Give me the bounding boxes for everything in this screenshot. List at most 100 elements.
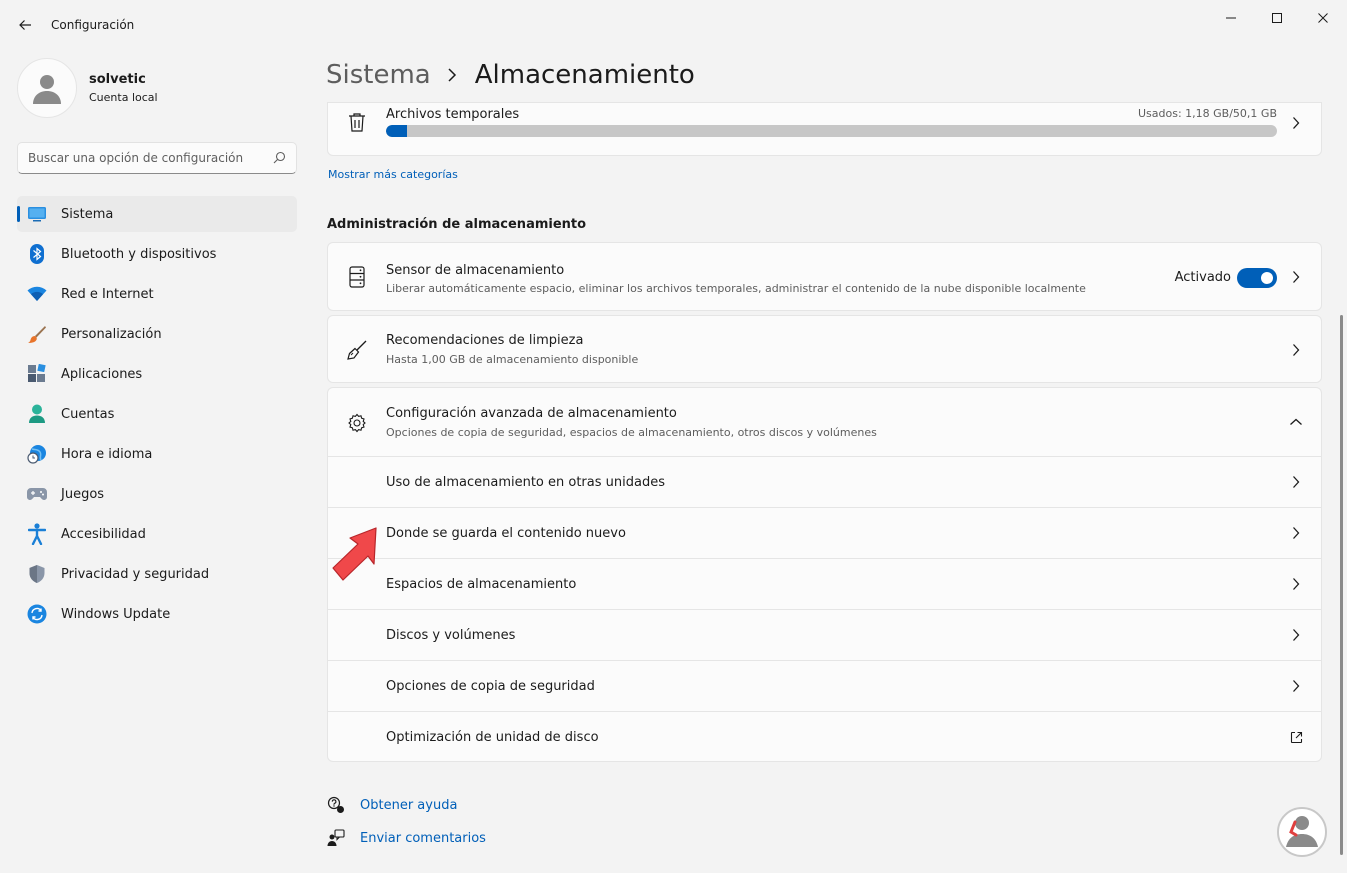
person-icon xyxy=(26,403,48,425)
sidebar-item-bluetooth[interactable]: Bluetooth y dispositivos xyxy=(17,236,297,272)
accessibility-icon xyxy=(26,523,48,545)
advanced-storage-header[interactable]: Configuración avanzada de almacenamiento… xyxy=(328,388,1321,456)
storage-sensor-toggle[interactable] xyxy=(1237,268,1277,288)
external-link-icon xyxy=(1289,730,1303,744)
advanced-storage-card: Configuración avanzada de almacenamiento… xyxy=(327,387,1322,762)
chevron-right-icon xyxy=(1289,526,1303,540)
close-button[interactable] xyxy=(1300,6,1346,30)
storage-sensor-title: Sensor de almacenamiento xyxy=(386,263,565,278)
temp-files-title: Archivos temporales xyxy=(386,107,520,122)
get-help-link[interactable]: Obtener ayuda xyxy=(326,795,457,815)
trash-icon xyxy=(346,111,368,133)
chevron-right-icon xyxy=(1289,475,1303,489)
sidebar-nav: Sistema Bluetooth y dispositivos Red e I… xyxy=(17,196,297,636)
advanced-item-drive-optimization[interactable]: Optimización de unidad de disco xyxy=(328,711,1321,762)
chevron-right-icon xyxy=(1289,343,1303,357)
user-profile[interactable]: solvetic Cuenta local xyxy=(17,58,158,118)
toggle-knob xyxy=(1261,272,1273,284)
storage-sensor-state: Activado xyxy=(1174,270,1231,285)
avatar xyxy=(17,58,77,118)
storage-sensor-card[interactable]: Sensor de almacenamiento Liberar automát… xyxy=(327,242,1322,311)
temp-files-usage: Usados: 1,18 GB/50,1 GB xyxy=(1138,107,1277,120)
advanced-item-backup-options[interactable]: Opciones de copia de seguridad xyxy=(328,660,1321,711)
minimize-icon xyxy=(1226,17,1236,19)
maximize-icon xyxy=(1272,13,1282,23)
section-title: Administración de almacenamiento xyxy=(327,217,587,232)
advanced-item-label: Discos y volúmenes xyxy=(386,628,516,643)
sidebar-item-juegos[interactable]: Juegos xyxy=(17,476,297,512)
page-title: Almacenamiento xyxy=(474,60,695,90)
sidebar-item-label: Cuentas xyxy=(61,406,115,422)
advanced-item-label: Opciones de copia de seguridad xyxy=(386,679,595,694)
wifi-icon xyxy=(26,283,48,305)
globe-clock-icon xyxy=(26,443,48,465)
sidebar-item-aplicaciones[interactable]: Aplicaciones xyxy=(17,356,297,392)
breadcrumb-parent[interactable]: Sistema xyxy=(326,60,431,90)
show-more-categories-link[interactable]: Mostrar más categorías xyxy=(328,168,458,181)
help-icon xyxy=(326,795,346,815)
feedback-icon xyxy=(326,828,346,848)
chevron-right-icon xyxy=(1289,679,1303,693)
sidebar-item-accesibilidad[interactable]: Accesibilidad xyxy=(17,516,297,552)
cleanup-recommendations-card[interactable]: Recomendaciones de limpieza Hasta 1,00 G… xyxy=(327,315,1322,383)
apps-icon xyxy=(26,363,48,385)
profile-name: solvetic xyxy=(89,72,146,87)
temp-files-progress-fill xyxy=(386,125,408,137)
broom-icon xyxy=(346,339,368,361)
sidebar-item-label: Juegos xyxy=(61,486,105,502)
sidebar-item-personalizacion[interactable]: Personalización xyxy=(17,316,297,352)
sidebar-item-label: Aplicaciones xyxy=(61,366,143,382)
search-input[interactable] xyxy=(18,143,258,173)
sidebar-item-privacidad[interactable]: Privacidad y seguridad xyxy=(17,556,297,592)
send-feedback-link[interactable]: Enviar comentarios xyxy=(326,828,486,848)
cleanup-subtitle: Hasta 1,00 GB de almacenamiento disponib… xyxy=(386,353,639,366)
title-bar: Configuración xyxy=(0,0,1347,50)
sidebar-item-label: Hora e idioma xyxy=(61,446,153,462)
temp-files-card[interactable]: Archivos temporales Usados: 1,18 GB/50,1… xyxy=(327,102,1322,156)
scrollbar[interactable] xyxy=(1340,315,1343,855)
sidebar-item-sistema[interactable]: Sistema xyxy=(17,196,297,232)
advanced-item-label: Optimización de unidad de disco xyxy=(386,730,599,745)
breadcrumb: Sistema Almacenamiento xyxy=(326,60,695,90)
sidebar-item-windows-update[interactable]: Windows Update xyxy=(17,596,297,632)
sidebar-item-label: Windows Update xyxy=(61,606,171,622)
advanced-item-new-content-location[interactable]: Donde se guarda el contenido nuevo xyxy=(328,507,1321,558)
advanced-item-label: Uso de almacenamiento en otras unidades xyxy=(386,475,665,490)
minimize-button[interactable] xyxy=(1208,6,1254,30)
sidebar-item-label: Personalización xyxy=(61,326,162,342)
search-box[interactable] xyxy=(17,142,297,174)
cleanup-title: Recomendaciones de limpieza xyxy=(386,333,584,348)
sidebar-item-cuentas[interactable]: Cuentas xyxy=(17,396,297,432)
chevron-right-icon xyxy=(447,67,457,83)
storage-sensor-subtitle: Liberar automáticamente espacio, elimina… xyxy=(386,282,1086,295)
sidebar-item-label: Bluetooth y dispositivos xyxy=(61,246,217,262)
advanced-storage-title: Configuración avanzada de almacenamiento xyxy=(386,406,677,421)
advanced-item-other-drives[interactable]: Uso de almacenamiento en otras unidades xyxy=(328,456,1321,507)
gear-icon xyxy=(346,412,368,434)
advanced-item-disks-volumes[interactable]: Discos y volúmenes xyxy=(328,609,1321,660)
advanced-storage-subtitle: Opciones de copia de seguridad, espacios… xyxy=(386,426,877,439)
arrow-left-icon xyxy=(19,20,31,30)
sidebar-item-hora-idioma[interactable]: Hora e idioma xyxy=(17,436,297,472)
send-feedback-label: Enviar comentarios xyxy=(360,830,486,846)
watermark-logo-icon xyxy=(1277,807,1327,857)
shield-icon xyxy=(26,563,48,585)
chevron-right-icon xyxy=(1289,577,1303,591)
search-icon[interactable] xyxy=(273,151,286,168)
maximize-button[interactable] xyxy=(1254,6,1300,30)
profile-account-type: Cuenta local xyxy=(89,91,158,104)
advanced-item-storage-spaces[interactable]: Espacios de almacenamiento xyxy=(328,558,1321,609)
chevron-right-icon xyxy=(1289,270,1303,284)
user-avatar-icon xyxy=(33,75,61,104)
sidebar-item-red[interactable]: Red e Internet xyxy=(17,276,297,312)
close-icon xyxy=(1318,13,1328,23)
window-title: Configuración xyxy=(51,18,135,32)
brush-icon xyxy=(26,323,48,345)
sidebar-item-label: Privacidad y seguridad xyxy=(61,566,210,582)
sidebar-item-label: Sistema xyxy=(61,206,114,222)
back-button[interactable] xyxy=(14,14,36,36)
sidebar-item-label: Accesibilidad xyxy=(61,526,146,542)
gamepad-icon xyxy=(26,483,48,505)
sidebar-item-label: Red e Internet xyxy=(61,286,154,302)
chevron-right-icon xyxy=(1289,116,1303,130)
